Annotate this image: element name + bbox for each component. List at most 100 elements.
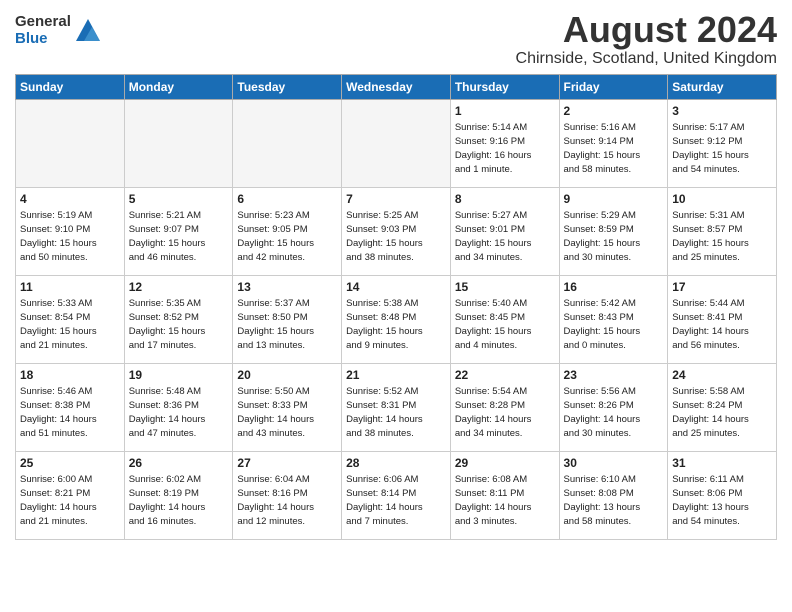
calendar-cell xyxy=(16,99,125,187)
day-info: Sunrise: 6:02 AM Sunset: 8:19 PM Dayligh… xyxy=(129,473,229,528)
day-number: 11 xyxy=(20,279,120,296)
day-number: 6 xyxy=(237,191,337,208)
weekday-header: Thursday xyxy=(450,74,559,99)
day-info: Sunrise: 6:06 AM Sunset: 8:14 PM Dayligh… xyxy=(346,473,446,528)
title-block: August 2024 Chirnside, Scotland, United … xyxy=(516,10,777,68)
calendar-table: SundayMondayTuesdayWednesdayThursdayFrid… xyxy=(15,74,777,540)
day-number: 1 xyxy=(455,103,555,120)
day-number: 14 xyxy=(346,279,446,296)
day-info: Sunrise: 5:23 AM Sunset: 9:05 PM Dayligh… xyxy=(237,209,337,264)
calendar-cell xyxy=(233,99,342,187)
weekday-header: Wednesday xyxy=(342,74,451,99)
calendar-cell: 31Sunrise: 6:11 AM Sunset: 8:06 PM Dayli… xyxy=(668,451,777,539)
day-info: Sunrise: 6:04 AM Sunset: 8:16 PM Dayligh… xyxy=(237,473,337,528)
calendar-cell: 16Sunrise: 5:42 AM Sunset: 8:43 PM Dayli… xyxy=(559,275,668,363)
day-info: Sunrise: 5:58 AM Sunset: 8:24 PM Dayligh… xyxy=(672,385,772,440)
day-number: 16 xyxy=(564,279,664,296)
day-number: 5 xyxy=(129,191,229,208)
logo-general-text: General xyxy=(15,14,71,31)
calendar-cell xyxy=(342,99,451,187)
calendar-cell: 23Sunrise: 5:56 AM Sunset: 8:26 PM Dayli… xyxy=(559,363,668,451)
day-info: Sunrise: 5:16 AM Sunset: 9:14 PM Dayligh… xyxy=(564,121,664,176)
day-number: 4 xyxy=(20,191,120,208)
day-number: 21 xyxy=(346,367,446,384)
logo: General Blue xyxy=(15,14,102,47)
day-info: Sunrise: 5:48 AM Sunset: 8:36 PM Dayligh… xyxy=(129,385,229,440)
calendar-cell: 20Sunrise: 5:50 AM Sunset: 8:33 PM Dayli… xyxy=(233,363,342,451)
calendar-cell: 24Sunrise: 5:58 AM Sunset: 8:24 PM Dayli… xyxy=(668,363,777,451)
calendar-subtitle: Chirnside, Scotland, United Kingdom xyxy=(516,50,777,68)
day-number: 13 xyxy=(237,279,337,296)
calendar-cell: 27Sunrise: 6:04 AM Sunset: 8:16 PM Dayli… xyxy=(233,451,342,539)
day-info: Sunrise: 5:38 AM Sunset: 8:48 PM Dayligh… xyxy=(346,297,446,352)
day-number: 3 xyxy=(672,103,772,120)
day-info: Sunrise: 5:54 AM Sunset: 8:28 PM Dayligh… xyxy=(455,385,555,440)
page-header: General Blue August 2024 Chirnside, Scot… xyxy=(15,10,777,68)
calendar-cell: 2Sunrise: 5:16 AM Sunset: 9:14 PM Daylig… xyxy=(559,99,668,187)
day-info: Sunrise: 5:40 AM Sunset: 8:45 PM Dayligh… xyxy=(455,297,555,352)
day-info: Sunrise: 5:29 AM Sunset: 8:59 PM Dayligh… xyxy=(564,209,664,264)
day-info: Sunrise: 5:46 AM Sunset: 8:38 PM Dayligh… xyxy=(20,385,120,440)
day-number: 12 xyxy=(129,279,229,296)
day-info: Sunrise: 5:42 AM Sunset: 8:43 PM Dayligh… xyxy=(564,297,664,352)
day-info: Sunrise: 5:27 AM Sunset: 9:01 PM Dayligh… xyxy=(455,209,555,264)
day-number: 19 xyxy=(129,367,229,384)
weekday-header: Sunday xyxy=(16,74,125,99)
day-number: 23 xyxy=(564,367,664,384)
day-info: Sunrise: 5:17 AM Sunset: 9:12 PM Dayligh… xyxy=(672,121,772,176)
day-number: 24 xyxy=(672,367,772,384)
day-number: 31 xyxy=(672,455,772,472)
calendar-cell: 25Sunrise: 6:00 AM Sunset: 8:21 PM Dayli… xyxy=(16,451,125,539)
calendar-week-row: 4Sunrise: 5:19 AM Sunset: 9:10 PM Daylig… xyxy=(16,187,777,275)
day-number: 9 xyxy=(564,191,664,208)
day-info: Sunrise: 5:25 AM Sunset: 9:03 PM Dayligh… xyxy=(346,209,446,264)
day-info: Sunrise: 6:11 AM Sunset: 8:06 PM Dayligh… xyxy=(672,473,772,528)
calendar-cell: 18Sunrise: 5:46 AM Sunset: 8:38 PM Dayli… xyxy=(16,363,125,451)
day-info: Sunrise: 5:31 AM Sunset: 8:57 PM Dayligh… xyxy=(672,209,772,264)
calendar-cell: 7Sunrise: 5:25 AM Sunset: 9:03 PM Daylig… xyxy=(342,187,451,275)
weekday-header: Tuesday xyxy=(233,74,342,99)
calendar-week-row: 1Sunrise: 5:14 AM Sunset: 9:16 PM Daylig… xyxy=(16,99,777,187)
day-info: Sunrise: 6:08 AM Sunset: 8:11 PM Dayligh… xyxy=(455,473,555,528)
day-info: Sunrise: 5:44 AM Sunset: 8:41 PM Dayligh… xyxy=(672,297,772,352)
calendar-cell: 29Sunrise: 6:08 AM Sunset: 8:11 PM Dayli… xyxy=(450,451,559,539)
logo-blue-text: Blue xyxy=(15,31,71,48)
calendar-cell: 26Sunrise: 6:02 AM Sunset: 8:19 PM Dayli… xyxy=(124,451,233,539)
day-info: Sunrise: 5:56 AM Sunset: 8:26 PM Dayligh… xyxy=(564,385,664,440)
day-info: Sunrise: 5:19 AM Sunset: 9:10 PM Dayligh… xyxy=(20,209,120,264)
day-info: Sunrise: 5:35 AM Sunset: 8:52 PM Dayligh… xyxy=(129,297,229,352)
calendar-cell: 10Sunrise: 5:31 AM Sunset: 8:57 PM Dayli… xyxy=(668,187,777,275)
calendar-week-row: 25Sunrise: 6:00 AM Sunset: 8:21 PM Dayli… xyxy=(16,451,777,539)
calendar-cell: 22Sunrise: 5:54 AM Sunset: 8:28 PM Dayli… xyxy=(450,363,559,451)
calendar-cell: 13Sunrise: 5:37 AM Sunset: 8:50 PM Dayli… xyxy=(233,275,342,363)
calendar-cell: 15Sunrise: 5:40 AM Sunset: 8:45 PM Dayli… xyxy=(450,275,559,363)
weekday-header: Saturday xyxy=(668,74,777,99)
day-number: 2 xyxy=(564,103,664,120)
day-number: 17 xyxy=(672,279,772,296)
day-info: Sunrise: 6:10 AM Sunset: 8:08 PM Dayligh… xyxy=(564,473,664,528)
calendar-cell: 6Sunrise: 5:23 AM Sunset: 9:05 PM Daylig… xyxy=(233,187,342,275)
calendar-cell: 9Sunrise: 5:29 AM Sunset: 8:59 PM Daylig… xyxy=(559,187,668,275)
day-info: Sunrise: 6:00 AM Sunset: 8:21 PM Dayligh… xyxy=(20,473,120,528)
weekday-header: Friday xyxy=(559,74,668,99)
day-info: Sunrise: 5:50 AM Sunset: 8:33 PM Dayligh… xyxy=(237,385,337,440)
calendar-cell: 21Sunrise: 5:52 AM Sunset: 8:31 PM Dayli… xyxy=(342,363,451,451)
calendar-cell: 8Sunrise: 5:27 AM Sunset: 9:01 PM Daylig… xyxy=(450,187,559,275)
calendar-cell: 28Sunrise: 6:06 AM Sunset: 8:14 PM Dayli… xyxy=(342,451,451,539)
day-number: 22 xyxy=(455,367,555,384)
calendar-cell: 1Sunrise: 5:14 AM Sunset: 9:16 PM Daylig… xyxy=(450,99,559,187)
calendar-cell: 12Sunrise: 5:35 AM Sunset: 8:52 PM Dayli… xyxy=(124,275,233,363)
logo-icon xyxy=(74,17,102,45)
calendar-cell: 30Sunrise: 6:10 AM Sunset: 8:08 PM Dayli… xyxy=(559,451,668,539)
calendar-cell: 17Sunrise: 5:44 AM Sunset: 8:41 PM Dayli… xyxy=(668,275,777,363)
day-number: 26 xyxy=(129,455,229,472)
calendar-title: August 2024 xyxy=(516,10,777,50)
day-number: 25 xyxy=(20,455,120,472)
day-info: Sunrise: 5:21 AM Sunset: 9:07 PM Dayligh… xyxy=(129,209,229,264)
day-info: Sunrise: 5:37 AM Sunset: 8:50 PM Dayligh… xyxy=(237,297,337,352)
calendar-cell: 11Sunrise: 5:33 AM Sunset: 8:54 PM Dayli… xyxy=(16,275,125,363)
weekday-header-row: SundayMondayTuesdayWednesdayThursdayFrid… xyxy=(16,74,777,99)
day-info: Sunrise: 5:14 AM Sunset: 9:16 PM Dayligh… xyxy=(455,121,555,176)
calendar-week-row: 18Sunrise: 5:46 AM Sunset: 8:38 PM Dayli… xyxy=(16,363,777,451)
weekday-header: Monday xyxy=(124,74,233,99)
